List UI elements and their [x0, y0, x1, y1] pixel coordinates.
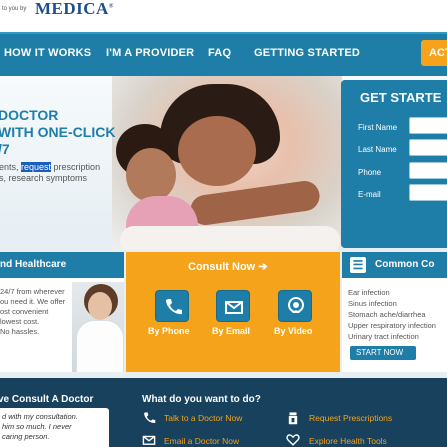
medica-logo[interactable]: MEDICA®: [35, 0, 114, 19]
webcam-icon: [288, 297, 304, 313]
nav-im-a-provider[interactable]: I'M A PROVIDER: [106, 47, 194, 59]
common-conditions-header: ☰ Common Co: [342, 252, 447, 278]
condition-item: Stomach ache/diarrhea: [348, 310, 426, 319]
phone-field[interactable]: [409, 162, 447, 179]
last-name-field[interactable]: [409, 139, 447, 156]
by-email-label[interactable]: By Email: [212, 326, 250, 336]
start-now-button[interactable]: START NOW: [350, 346, 416, 360]
condition-item: Upper respiratory infection: [348, 321, 436, 330]
consult-now-panel: Consult Now ➔ By Phone By Email By Video: [126, 252, 340, 372]
healthcare-panel-text: 24/7 from wherever ou need it. We offer …: [0, 287, 66, 336]
condition-item: Urinary tract infection: [348, 332, 419, 341]
common-conditions-title: Common Co: [375, 259, 435, 270]
request-prescriptions-link[interactable]: Request Prescriptions: [309, 413, 392, 423]
nav-faq[interactable]: FAQ: [208, 47, 231, 59]
actions-title: What do you want to do?: [142, 394, 261, 405]
prescription-bottle-icon: [288, 412, 298, 425]
list-icon: ☰: [350, 257, 366, 273]
phone-label: Phone: [358, 168, 382, 177]
brought-by-text: to you by: [2, 6, 27, 12]
consult-now-title[interactable]: Consult Now ➔: [188, 260, 268, 273]
hero-description: ents, request prescription s, research s…: [0, 162, 101, 183]
nav-cta-button[interactable]: ACT: [421, 40, 447, 66]
by-phone-label[interactable]: By Phone: [148, 326, 190, 336]
common-conditions-panel: ☰ Common Co Ear infection Sinus infectio…: [342, 252, 447, 372]
nav-getting-started[interactable]: GETTING STARTED: [254, 47, 360, 59]
doctor-photo: [72, 282, 124, 372]
top-header: to you by MEDICA®: [0, 0, 447, 32]
email-label: E-mail: [358, 190, 381, 199]
phone-icon: [144, 412, 156, 423]
healthcare-panel: nd Healthcare 24/7 from wherever ou need…: [0, 252, 124, 372]
explore-health-tools-link[interactable]: Explore Health Tools: [309, 436, 387, 446]
by-video-label[interactable]: By Video: [274, 326, 312, 336]
hero-title: DOCTOR WITH ONE-CLICK /7: [0, 107, 116, 157]
phone-consult-button[interactable]: [155, 290, 189, 322]
first-name-label: First Name: [358, 123, 398, 132]
hero-photo-mother-daughter: [112, 76, 342, 250]
condition-item: Ear infection: [348, 288, 390, 297]
email-field[interactable]: [409, 184, 447, 201]
heart-icon: [286, 434, 300, 446]
conditions-list: Ear infection Sinus infection Stomach ac…: [348, 287, 436, 342]
envelope-icon: [142, 435, 156, 445]
form-title: GET STARTE: [360, 90, 442, 105]
footer-section: ve Consult A Doctor d with my consultati…: [0, 378, 447, 447]
video-consult-button[interactable]: [278, 290, 312, 322]
healthcare-panel-title: nd Healthcare: [0, 252, 124, 278]
testimonial-title: ve Consult A Doctor: [0, 394, 94, 405]
condition-item: Sinus infection: [348, 299, 397, 308]
testimonial-quote: d with my consultation. him so much. I n…: [0, 408, 109, 447]
main-nav: HOW IT WORKS I'M A PROVIDER FAQ GETTING …: [0, 32, 447, 76]
envelope-icon: [225, 301, 243, 314]
email-consult-button[interactable]: [216, 290, 250, 322]
talk-to-doctor-link[interactable]: Talk to a Doctor Now: [164, 413, 242, 423]
email-doctor-link[interactable]: Email a Doctor Now: [164, 436, 239, 446]
first-name-field[interactable]: [409, 117, 447, 134]
phone-icon: [166, 299, 182, 315]
last-name-label: Last Name: [358, 145, 397, 154]
nav-how-it-works[interactable]: HOW IT WORKS: [4, 47, 91, 59]
get-started-form: GET STARTE First Name Last Name Phone E-…: [341, 80, 447, 248]
